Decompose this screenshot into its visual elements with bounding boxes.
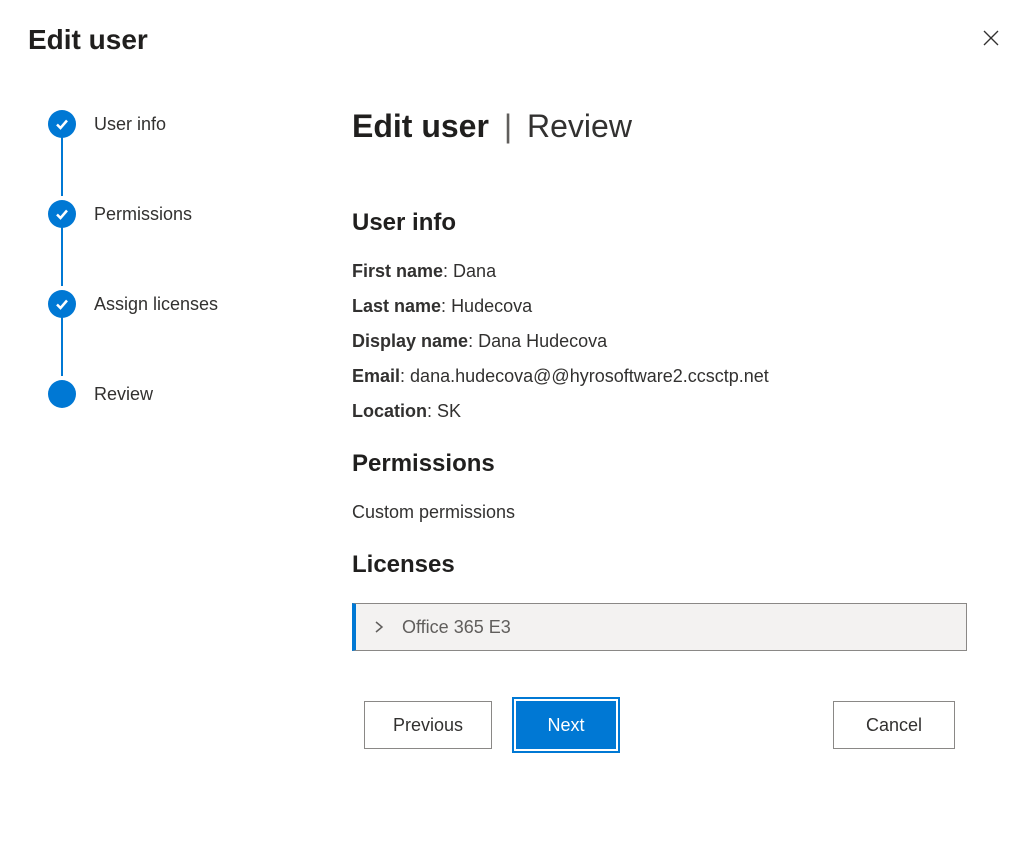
wizard-step-review[interactable]: Review [48,378,328,410]
page-title: Edit user | Review [352,108,1007,145]
wizard-step-label: Assign licenses [94,294,218,315]
previous-button[interactable]: Previous [364,701,492,749]
email-value: dana.hudecova@@hyrosoftware2.ccsctp.net [410,366,769,386]
last-name-value: Hudecova [451,296,532,316]
display-name-value: Dana Hudecova [478,331,607,351]
chevron-right-icon [372,620,386,634]
dialog-title: Edit user [28,24,148,56]
close-button[interactable] [975,24,1007,56]
wizard-step-permissions[interactable]: Permissions [48,198,328,230]
wizard-step-user-info[interactable]: User info [48,108,328,140]
wizard-step-label: Review [94,384,153,405]
checkmark-icon [48,110,76,138]
email-label: Email [352,366,400,386]
license-row[interactable]: Office 365 E3 [352,603,967,651]
first-name-label: First name [352,261,443,281]
current-step-icon [48,380,76,408]
info-row-display-name: Display name: Dana Hudecova [352,331,1007,352]
display-name-label: Display name [352,331,468,351]
dialog-header: Edit user [0,0,1035,68]
license-name: Office 365 E3 [402,617,511,638]
info-row-last-name: Last name: Hudecova [352,296,1007,317]
footer-buttons: Previous Next Cancel [352,701,1007,749]
main-content: Edit user | Review User info First name:… [328,108,1007,749]
wizard-connector [61,316,63,376]
section-heading-permissions: Permissions [352,450,1007,478]
section-heading-licenses: Licenses [352,551,1007,579]
cancel-button[interactable]: Cancel [833,701,955,749]
wizard-nav: User info Permissions Assign licenses Re… [48,108,328,749]
close-icon [982,29,1000,52]
checkmark-icon [48,290,76,318]
checkmark-icon [48,200,76,228]
permissions-text: Custom permissions [352,502,1007,523]
section-heading-user-info: User info [352,209,1007,237]
last-name-label: Last name [352,296,441,316]
wizard-connector [61,226,63,286]
info-row-first-name: First name: Dana [352,261,1007,282]
page-title-main: Edit user [352,108,489,144]
wizard-step-label: User info [94,114,166,135]
location-label: Location [352,401,427,421]
info-row-email: Email: dana.hudecova@@hyrosoftware2.ccsc… [352,366,1007,387]
wizard-connector [61,136,63,196]
wizard-step-assign-licenses[interactable]: Assign licenses [48,288,328,320]
first-name-value: Dana [453,261,496,281]
page-title-separator: | [504,108,512,144]
wizard-step-label: Permissions [94,204,192,225]
next-button[interactable]: Next [516,701,616,749]
user-info-list: First name: Dana Last name: Hudecova Dis… [352,261,1007,422]
page-title-subtitle: Review [527,108,632,144]
info-row-location: Location: SK [352,401,1007,422]
location-value: SK [437,401,461,421]
